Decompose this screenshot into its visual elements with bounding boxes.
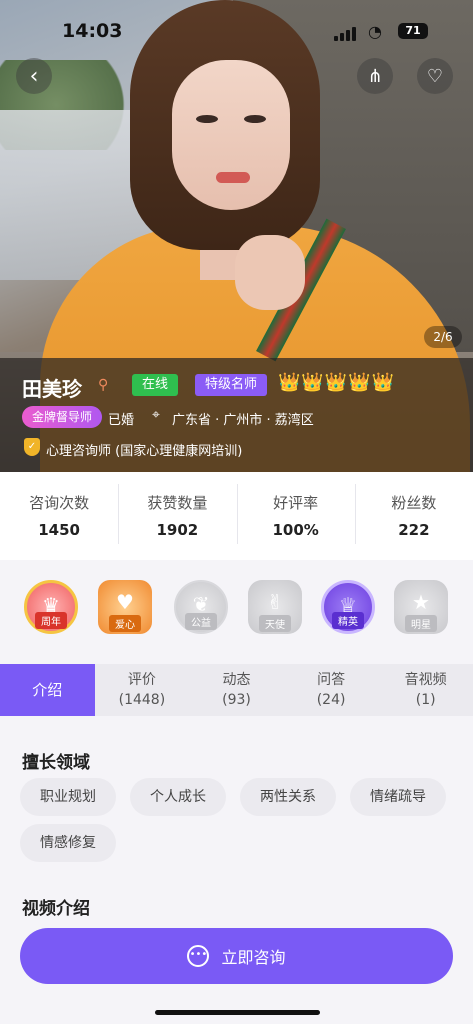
tab-count: (93) <box>222 692 251 708</box>
profile-info: 田美珍 ⚲ 在线 特级名师 👑👑👑👑👑 金牌督导师 已婚 ⌖ 广东省 · 广州市… <box>0 358 473 472</box>
photo-lips <box>216 172 250 183</box>
stat-likes: 获赞数量 1902 <box>118 472 236 560</box>
stat-label: 好评率 <box>273 494 319 512</box>
expertise-chip[interactable]: 情绪疏导 <box>350 778 446 816</box>
stats-bar: 咨询次数 1450 获赞数量 1902 好评率 100% 粉丝数 222 <box>0 472 473 560</box>
share-button[interactable]: ⋔ <box>357 58 393 94</box>
stat-value: 222 <box>398 521 430 539</box>
wifi-icon: ◔ <box>368 22 382 41</box>
photo-eye-right <box>244 115 266 123</box>
tab-label: 评价 <box>127 672 156 688</box>
online-badge: 在线 <box>132 374 179 396</box>
stat-value: 100% <box>272 521 319 539</box>
status-time: 14:03 <box>62 20 123 42</box>
heart-plus-icon: ♡ <box>426 65 444 87</box>
battery-icon: 71 <box>398 23 428 39</box>
expertise-chip[interactable]: 情感修复 <box>20 824 116 862</box>
tab-label: 介绍 <box>32 681 63 699</box>
star-badge-icon[interactable]: ★ 明星 <box>394 580 448 634</box>
stat-label: 咨询次数 <box>29 494 90 512</box>
stat-value: 1450 <box>38 521 80 539</box>
anniversary-badge-icon[interactable]: ♛ 周年 <box>24 580 78 634</box>
tab-label: 动态 <box>222 672 251 688</box>
stat-label: 粉丝数 <box>391 494 437 512</box>
back-button[interactable]: ‹ <box>16 58 52 94</box>
expertise-chip[interactable]: 个人成长 <box>130 778 226 816</box>
expertise-chip[interactable]: 两性关系 <box>240 778 336 816</box>
consult-now-button[interactable]: ••• 立即咨询 <box>20 928 453 984</box>
stat-rating: 好评率 100% <box>236 472 355 560</box>
tab-reviews[interactable]: 评价 (1448) <box>95 664 190 716</box>
expertise-title: 擅长领域 <box>22 753 90 773</box>
location-text: 广东省 · 广州市 · 荔湾区 <box>172 413 314 428</box>
crown-rating-icon: 👑👑👑👑👑 <box>278 372 396 393</box>
search-icon[interactable]: ⚲ <box>98 377 108 393</box>
tab-count: (1) <box>415 692 436 708</box>
charity-badge-icon[interactable]: ❦ 公益 <box>174 580 228 634</box>
home-indicator <box>155 1010 320 1015</box>
photo-hand <box>235 235 305 310</box>
marital-status: 已婚 <box>108 413 135 428</box>
stat-label: 获赞数量 <box>147 494 208 512</box>
chat-bubble-icon: ••• <box>187 945 210 967</box>
share-icon: ⋔ <box>367 65 383 87</box>
video-intro-title: 视频介绍 <box>22 899 90 919</box>
tab-count: (24) <box>316 692 346 708</box>
location-pin-icon: ⌖ <box>152 407 160 423</box>
tab-intro[interactable]: 介绍 <box>0 664 95 716</box>
tab-label: 问答 <box>317 672 346 688</box>
tab-label: 音视频 <box>404 672 447 688</box>
elite-badge-icon[interactable]: ♕ 精英 <box>321 580 375 634</box>
stat-fans: 粉丝数 222 <box>354 472 473 560</box>
angel-badge-icon[interactable]: ✌ 天使 <box>248 580 302 634</box>
shield-check-icon: ✓ <box>24 438 40 456</box>
tab-count: (1448) <box>118 692 166 708</box>
tab-posts[interactable]: 动态 (93) <box>189 664 284 716</box>
stat-value: 1902 <box>156 521 199 539</box>
photo-counter: 2/6 <box>424 326 462 348</box>
level-badge: 特级名师 <box>195 374 268 396</box>
gold-supervisor-badge: 金牌督导师 <box>22 406 103 428</box>
certification-text: 心理咨询师 (国家心理健康网培训) <box>46 444 243 459</box>
photo-eye-left <box>196 115 218 123</box>
achievement-badges: ♛ 周年 ♥ 爱心 ❦ 公益 ✌ 天使 ♕ 精英 ★ 明星 <box>0 566 473 646</box>
tab-qa[interactable]: 问答 (24) <box>284 664 379 716</box>
status-bar: 14:03 ◔ 71 <box>0 18 473 46</box>
follow-button[interactable]: ♡ <box>417 58 453 94</box>
photo-face <box>172 60 290 210</box>
love-badge-icon[interactable]: ♥ 爱心 <box>98 580 152 634</box>
stat-consultations: 咨询次数 1450 <box>0 472 118 560</box>
consult-now-label: 立即咨询 <box>221 948 286 967</box>
tab-media[interactable]: 音视频 (1) <box>378 664 473 716</box>
chevron-left-icon: ‹ <box>29 63 39 89</box>
signal-icon <box>334 26 358 45</box>
expertise-chip[interactable]: 职业规划 <box>20 778 116 816</box>
profile-tabs: 介绍 评价 (1448) 动态 (93) 问答 (24) 音视频 (1) <box>0 664 473 716</box>
counselor-name: 田美珍 <box>22 377 82 401</box>
